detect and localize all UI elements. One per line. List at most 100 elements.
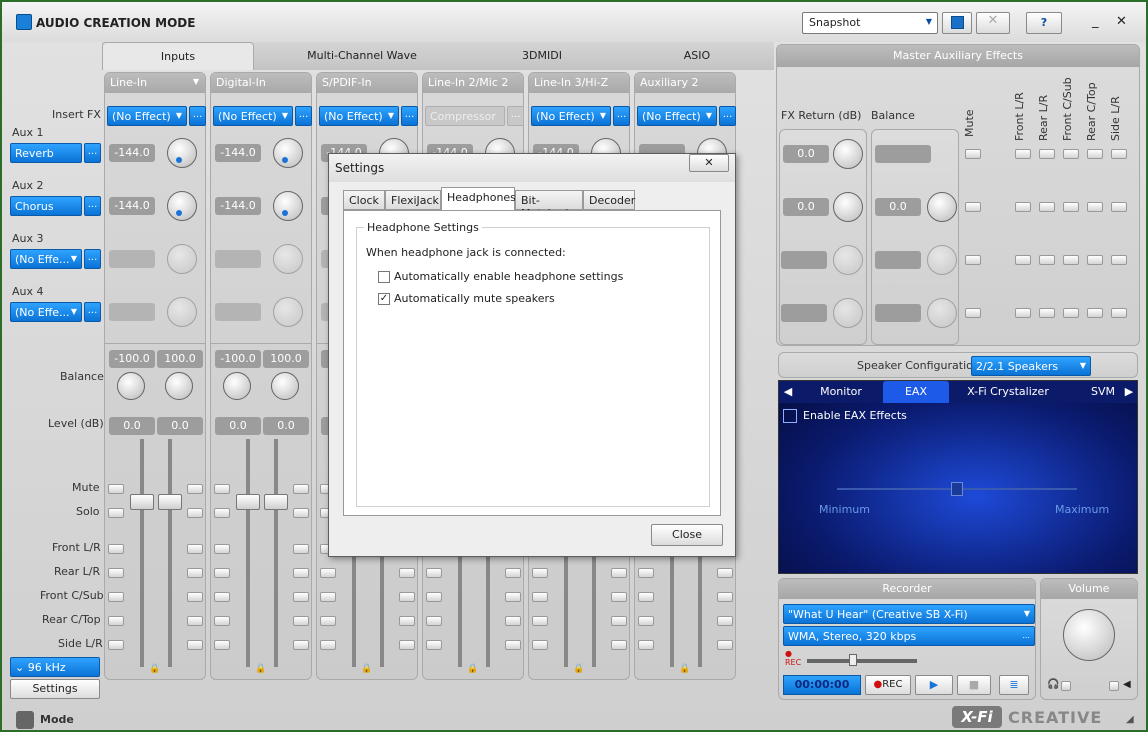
strip-left-toggle[interactable] [532, 616, 548, 626]
aux1-more-button[interactable]: ... [84, 143, 101, 163]
strip-name-select[interactable]: Line-In 2/Mic 2 [423, 73, 523, 93]
snapshot-select[interactable]: Snapshot ▼ [802, 12, 938, 34]
strip-left-toggle[interactable] [532, 568, 548, 578]
strip-left-toggle[interactable] [320, 592, 336, 602]
master-route-toggle[interactable] [1039, 202, 1055, 212]
strip-left-toggle[interactable] [320, 568, 336, 578]
insert-fx-more-button[interactable]: ... [401, 106, 418, 126]
strip-left-toggle[interactable] [532, 640, 548, 650]
sample-rate-select[interactable]: ⌄ 96 kHz [10, 657, 100, 677]
strip-left-toggle[interactable] [214, 640, 230, 650]
lock-icon[interactable]: 🔒 [467, 664, 478, 674]
minimize-button[interactable]: _ [1092, 14, 1099, 29]
lock-icon[interactable]: 🔒 [679, 664, 690, 674]
strip-right-toggle[interactable] [505, 616, 521, 626]
level-left-fader[interactable] [130, 494, 154, 510]
delete-snapshot-button[interactable]: ✕ [976, 12, 1010, 34]
strip-right-toggle[interactable] [293, 616, 309, 626]
strip-left-toggle[interactable] [638, 616, 654, 626]
strip-right-toggle[interactable] [293, 484, 309, 494]
strip-right-toggle[interactable] [505, 568, 521, 578]
aux3-effect-select[interactable]: (No Effe... ▼ [10, 249, 82, 269]
aux2-more-button[interactable]: ... [84, 196, 101, 216]
tab-clock[interactable]: Clock [343, 190, 385, 210]
strip-left-toggle[interactable] [532, 592, 548, 602]
strip-right-toggle[interactable] [399, 640, 415, 650]
strip-left-toggle[interactable] [214, 484, 230, 494]
aux-send-knob[interactable] [167, 138, 197, 168]
aux2-effect-select[interactable]: Chorus [10, 196, 82, 216]
tab-multi-channel-wave[interactable]: Multi-Channel Wave [292, 42, 432, 70]
fx-return-4-knob[interactable] [833, 298, 863, 328]
balance-left-knob[interactable] [117, 372, 145, 400]
lock-icon[interactable]: 🔒 [573, 664, 584, 674]
strip-right-toggle[interactable] [293, 640, 309, 650]
lock-icon[interactable]: 🔒 [255, 664, 266, 674]
dialog-close-button[interactable]: Close [651, 524, 723, 546]
strip-left-toggle[interactable] [214, 508, 230, 518]
master-route-toggle[interactable] [1111, 255, 1127, 265]
strip-left-toggle[interactable] [214, 616, 230, 626]
balance-3-knob[interactable] [927, 245, 957, 275]
master-route-toggle[interactable] [1039, 308, 1055, 318]
aux-send-knob[interactable] [167, 297, 197, 327]
strip-left-toggle[interactable] [214, 544, 230, 554]
strip-right-toggle[interactable] [399, 592, 415, 602]
strip-right-toggle[interactable] [293, 568, 309, 578]
master-route-toggle[interactable] [1111, 149, 1127, 159]
tab-decoder[interactable]: Decoder [583, 190, 635, 210]
strip-left-toggle[interactable] [320, 640, 336, 650]
strip-right-toggle[interactable] [717, 568, 733, 578]
master-route-toggle[interactable] [1063, 149, 1079, 159]
aux-send-knob[interactable] [167, 191, 197, 221]
speaker-mute-toggle[interactable] [1109, 681, 1119, 691]
aux3-more-button[interactable]: ... [84, 249, 101, 269]
auto-enable-headphone-checkbox[interactable] [378, 271, 390, 283]
balance-left-knob[interactable] [223, 372, 251, 400]
tab-eax[interactable]: EAX [883, 381, 949, 403]
enable-eax-checkbox[interactable] [783, 409, 797, 423]
tab-xfi-crystalizer[interactable]: X-Fi Crystalizer [961, 381, 1055, 403]
tab-headphones[interactable]: Headphones [441, 187, 516, 211]
insert-fx-select[interactable]: (No Effect) ▼ [107, 106, 187, 126]
lock-icon[interactable]: 🔒 [361, 664, 372, 674]
resize-grip-icon[interactable]: ◢ [1126, 714, 1134, 725]
balance-right-knob[interactable] [271, 372, 299, 400]
tab-3dmidi[interactable]: 3DMIDI [492, 42, 592, 70]
strip-right-toggle[interactable] [187, 484, 203, 494]
aux-send-knob[interactable] [273, 244, 303, 274]
strip-left-toggle[interactable] [108, 616, 124, 626]
eax-slider-handle[interactable] [951, 482, 963, 496]
aux4-effect-select[interactable]: (No Effe... ▼ [10, 302, 82, 322]
playlist-button[interactable]: ≣ [999, 675, 1029, 695]
strip-name-select[interactable]: Auxiliary 2 [635, 73, 735, 93]
strip-left-toggle[interactable] [108, 640, 124, 650]
headphone-mute-toggle[interactable] [1061, 681, 1071, 691]
strip-right-toggle[interactable] [187, 592, 203, 602]
strip-left-toggle[interactable] [214, 568, 230, 578]
master-route-toggle[interactable] [1063, 255, 1079, 265]
strip-left-toggle[interactable] [426, 568, 442, 578]
chevron-right-icon[interactable]: ▶ [1121, 381, 1137, 403]
master-route-toggle[interactable] [1063, 308, 1079, 318]
strip-left-toggle[interactable] [108, 544, 124, 554]
master-route-toggle[interactable] [1087, 255, 1103, 265]
strip-right-toggle[interactable] [717, 616, 733, 626]
strip-left-toggle[interactable] [638, 640, 654, 650]
strip-right-toggle[interactable] [293, 508, 309, 518]
fx-return-3-knob[interactable] [833, 245, 863, 275]
strip-left-toggle[interactable] [108, 484, 124, 494]
chevron-left-icon[interactable]: ◀ [779, 381, 797, 403]
tab-inputs[interactable]: Inputs [102, 42, 254, 70]
recorder-position-handle[interactable] [849, 654, 857, 666]
tab-bit-matched[interactable]: Bit-Matched [515, 190, 583, 220]
level-right-fader[interactable] [158, 494, 182, 510]
strip-right-toggle[interactable] [293, 592, 309, 602]
master-route-toggle[interactable] [965, 308, 981, 318]
strip-right-toggle[interactable] [611, 568, 627, 578]
master-route-toggle[interactable] [1015, 308, 1031, 318]
insert-fx-more-button[interactable]: ... [189, 106, 206, 126]
master-route-toggle[interactable] [1015, 149, 1031, 159]
strip-name-select[interactable]: Digital-In [211, 73, 311, 93]
master-route-toggle[interactable] [965, 255, 981, 265]
